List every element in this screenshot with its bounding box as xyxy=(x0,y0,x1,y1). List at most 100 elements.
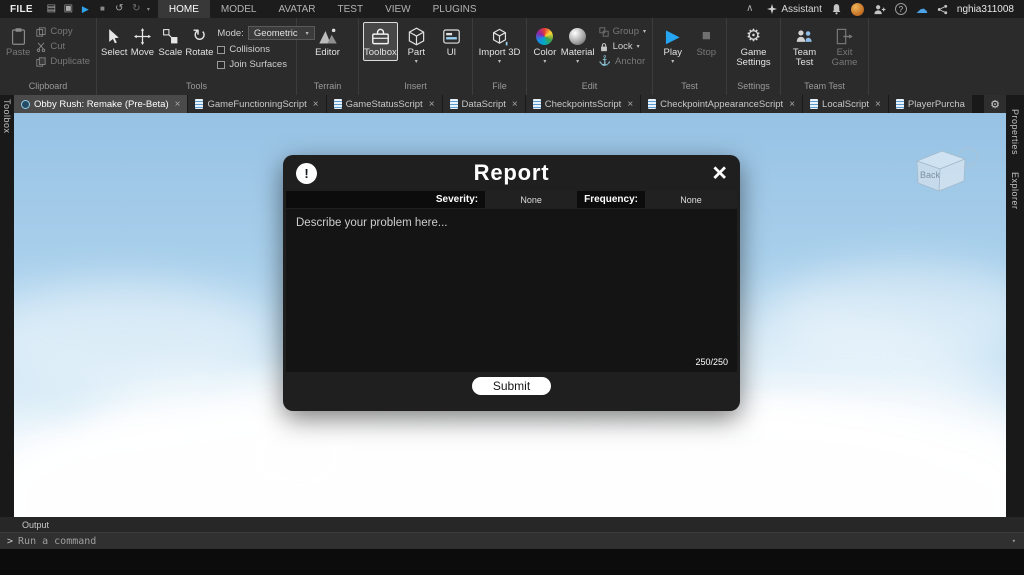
game-settings-button[interactable]: ⚙ Game Settings xyxy=(731,22,776,68)
color-button[interactable]: Color ▾ xyxy=(531,22,559,65)
team-test-button[interactable]: Team Test xyxy=(786,22,824,68)
report-dialog-body: 250/250 xyxy=(286,209,737,372)
script-icon xyxy=(895,99,904,109)
problem-description-input[interactable] xyxy=(286,209,737,372)
view-cube[interactable]: Back xyxy=(902,143,982,203)
rotate-button[interactable]: ↻ Rotate xyxy=(185,22,213,58)
close-icon[interactable]: × xyxy=(512,99,518,110)
material-button[interactable]: Material ▾ xyxy=(561,22,595,65)
undo-icon[interactable]: ↺ xyxy=(111,0,128,18)
copy-button[interactable]: Copy xyxy=(36,26,90,37)
open-place-icon[interactable]: ▣ xyxy=(60,0,77,18)
close-icon[interactable]: × xyxy=(313,99,319,110)
script-icon xyxy=(648,99,657,109)
menu-tab-home[interactable]: HOME xyxy=(157,0,210,18)
ui-label: UI xyxy=(446,47,457,58)
file-menu-button[interactable]: FILE xyxy=(0,4,43,15)
part-button[interactable]: Part ▾ xyxy=(400,22,433,65)
username[interactable]: nghia311008 xyxy=(957,4,1014,15)
play-test-button[interactable]: ▶ Play ▾ xyxy=(657,22,689,65)
menu-tab-model[interactable]: MODEL xyxy=(210,0,268,18)
properties-side-tab[interactable]: Properties xyxy=(1010,109,1020,160)
paste-button[interactable]: Paste xyxy=(4,22,32,58)
doc-tab-datascript[interactable]: DataScript × xyxy=(442,95,526,113)
chevron-down-icon[interactable]: ▾ xyxy=(1004,537,1024,545)
doc-tab-gamestatusscript[interactable]: GameStatusScript × xyxy=(326,95,443,113)
group-label-settings: Settings xyxy=(737,81,770,91)
caret-icon[interactable]: ▾ xyxy=(147,6,150,13)
ribbon-group-insert: Toolbox Part ▾ UI Insert xyxy=(359,18,473,95)
output-bar[interactable]: Output xyxy=(0,517,1024,532)
close-icon[interactable]: × xyxy=(175,99,181,110)
share-icon[interactable] xyxy=(937,4,948,15)
close-icon[interactable]: × xyxy=(875,99,881,110)
help-icon[interactable]: ? xyxy=(894,3,907,15)
redo-icon[interactable]: ↻ xyxy=(128,0,145,18)
cut-button[interactable]: Cut xyxy=(36,41,90,52)
notifications-bell-icon[interactable] xyxy=(831,3,842,15)
caret-icon: ▾ xyxy=(636,44,640,50)
ribbon-group-clipboard: Paste Copy Cut Duplicate Clipboard xyxy=(0,18,97,95)
assistant-button[interactable]: Assistant xyxy=(767,4,822,15)
exit-game-button[interactable]: Exit Game xyxy=(826,22,864,68)
doc-tab-label: CheckpointAppearanceScript xyxy=(660,98,784,110)
toolbox-side-tab-label: Toolbox xyxy=(2,99,12,134)
doc-tab-playerpurchase[interactable]: PlayerPurcha xyxy=(888,95,973,113)
group-label-clipboard: Clipboard xyxy=(28,81,68,91)
group-label-tools: Tools xyxy=(185,81,207,91)
ribbon: Paste Copy Cut Duplicate Clipboard Selec… xyxy=(0,18,1024,95)
toolbox-side-tab[interactable]: Toolbox xyxy=(2,99,12,139)
ribbon-group-edit: Color ▾ Material ▾ Group ▾ Lock ▾ ⚓ Anch… xyxy=(527,18,653,95)
doc-tab-checkpointsscript[interactable]: CheckpointsScript × xyxy=(525,95,642,113)
import-3d-button[interactable]: Import 3D ▾ xyxy=(477,22,522,65)
menu-tab-view[interactable]: VIEW xyxy=(374,0,422,18)
material-icon xyxy=(565,24,591,48)
play-icon[interactable]: ▶ xyxy=(77,0,94,18)
team-test-label: Team Test xyxy=(792,47,817,68)
anchor-button[interactable]: ⚓ Anchor xyxy=(599,56,646,67)
lock-button[interactable]: Lock ▾ xyxy=(599,41,646,52)
avatar[interactable] xyxy=(850,2,864,16)
close-icon[interactable]: × xyxy=(429,99,435,110)
select-button[interactable]: Select xyxy=(101,22,127,58)
severity-value[interactable]: None xyxy=(485,191,578,208)
close-icon[interactable]: × xyxy=(789,99,795,110)
menu-tab-avatar[interactable]: AVATAR xyxy=(267,0,326,18)
explorer-side-tab[interactable]: Explorer xyxy=(1010,172,1020,215)
doc-tab-place[interactable]: Obby Rush: Remake (Pre-Beta) × xyxy=(14,95,189,113)
duplicate-icon xyxy=(36,56,46,67)
collapse-ribbon-icon[interactable]: ∧ xyxy=(741,0,758,18)
tabbar-settings-button[interactable]: ⚙ xyxy=(984,95,1006,113)
duplicate-label: Duplicate xyxy=(50,56,90,67)
submit-button[interactable]: Submit xyxy=(471,377,552,395)
toolbox-icon xyxy=(367,24,393,48)
cloud-bottom xyxy=(14,397,1006,517)
add-user-icon[interactable] xyxy=(873,4,886,15)
menu-tab-test[interactable]: TEST xyxy=(327,0,375,18)
close-icon[interactable]: × xyxy=(627,99,633,110)
import-3d-label: Import 3D xyxy=(478,47,521,58)
cloud xyxy=(249,418,349,493)
close-icon[interactable]: × xyxy=(712,158,727,188)
doc-tab-checkpointappearancescript[interactable]: CheckpointAppearanceScript × xyxy=(641,95,804,113)
command-input[interactable] xyxy=(18,535,1004,547)
new-place-icon[interactable]: ▤ xyxy=(43,0,60,18)
stop-icon[interactable]: ■ xyxy=(94,0,111,18)
cloud-icon[interactable]: ☁ xyxy=(916,3,928,15)
doc-tab-label: Obby Rush: Remake (Pre-Beta) xyxy=(34,98,169,110)
menu-tab-plugins[interactable]: PLUGINS xyxy=(422,0,488,18)
stop-test-button[interactable]: ■ Stop xyxy=(691,22,723,58)
doc-tab-gamefunctioningscript[interactable]: GameFunctioningScript × xyxy=(188,95,327,113)
game-settings-label: Game Settings xyxy=(736,47,771,68)
ribbon-group-team-test: Team Test Exit Game Team Test xyxy=(781,18,869,95)
viewport[interactable]: Back ! Report × Severity: None Frequency… xyxy=(14,113,1006,517)
group-button[interactable]: Group ▾ xyxy=(598,26,646,37)
scale-button[interactable]: Scale xyxy=(157,22,183,58)
move-button[interactable]: Move xyxy=(129,22,155,58)
terrain-editor-button[interactable]: Editor xyxy=(309,22,347,58)
frequency-value[interactable]: None xyxy=(645,191,737,208)
toolbox-button[interactable]: Toolbox xyxy=(363,22,398,61)
doc-tab-localscript[interactable]: LocalScript × xyxy=(803,95,889,113)
duplicate-button[interactable]: Duplicate xyxy=(36,56,90,67)
ui-button[interactable]: UI xyxy=(435,22,468,58)
